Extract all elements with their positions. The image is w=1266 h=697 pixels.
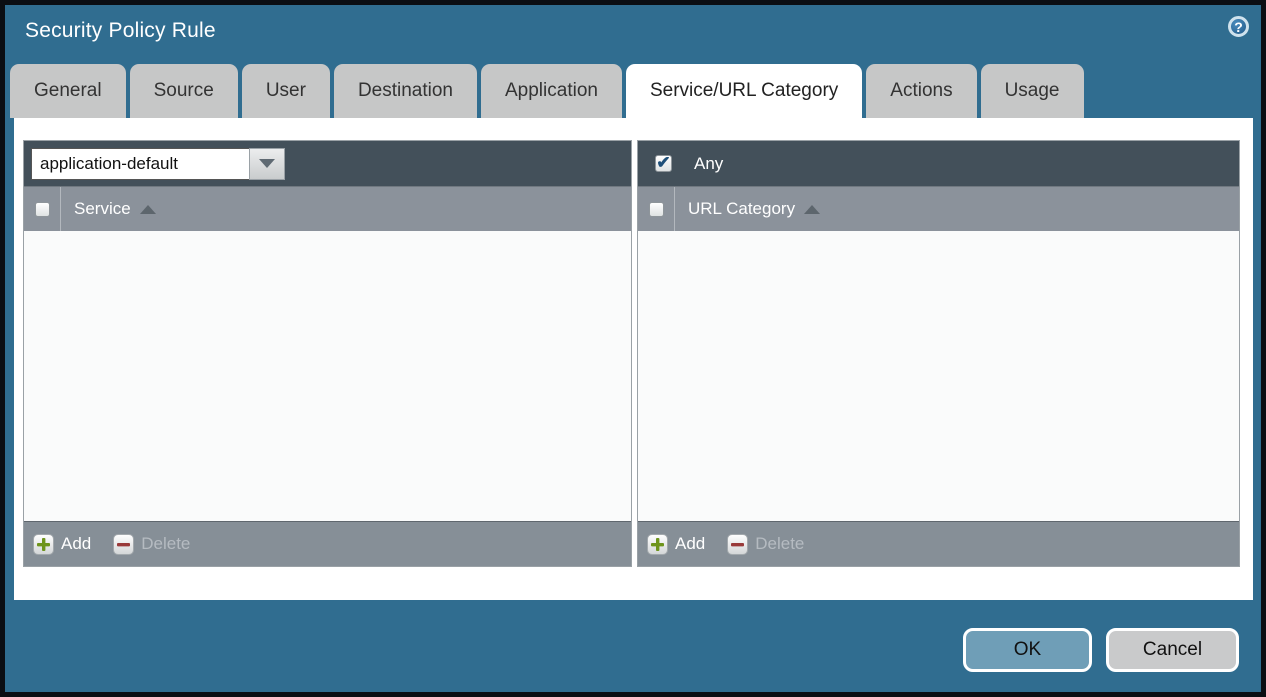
- service-list[interactable]: [24, 231, 631, 521]
- minus-icon: [113, 534, 134, 555]
- service-type-input[interactable]: [31, 148, 249, 180]
- tab-general[interactable]: General: [10, 64, 126, 118]
- any-checkbox[interactable]: ✔: [655, 155, 672, 172]
- url-category-list[interactable]: [638, 231, 1239, 521]
- check-icon: ✔: [656, 154, 670, 171]
- delete-button-label: Delete: [141, 534, 190, 554]
- service-delete-button[interactable]: Delete: [113, 534, 190, 555]
- any-label: Any: [694, 154, 723, 174]
- service-column-header[interactable]: Service: [74, 199, 131, 219]
- tab-service-url-category[interactable]: Service/URL Category: [626, 64, 862, 118]
- url-category-column-header[interactable]: URL Category: [688, 199, 795, 219]
- service-select-all-cell: [24, 187, 61, 231]
- service-panel-header: [24, 141, 631, 186]
- sort-ascending-icon[interactable]: [140, 205, 156, 214]
- help-glyph: ?: [1234, 19, 1243, 35]
- tab-usage[interactable]: Usage: [981, 64, 1084, 118]
- url-category-toolbar: Add Delete: [638, 521, 1239, 566]
- any-checkbox-cell: ✔: [645, 141, 682, 186]
- service-toolbar: Add Delete: [24, 521, 631, 566]
- url-category-panel-header: ✔ Any: [638, 141, 1239, 186]
- add-button-label: Add: [61, 534, 91, 554]
- service-panel: Service Add: [23, 140, 632, 567]
- chevron-down-icon: [259, 159, 275, 168]
- content-area: Service Add: [14, 118, 1253, 600]
- tab-bar: General Source User Destination Applicat…: [10, 64, 1084, 118]
- url-category-column-header-row: URL Category: [638, 186, 1239, 231]
- tab-actions[interactable]: Actions: [866, 64, 976, 118]
- tab-user[interactable]: User: [242, 64, 330, 118]
- url-category-delete-button[interactable]: Delete: [727, 534, 804, 555]
- service-type-dropdown[interactable]: [31, 148, 285, 180]
- security-policy-rule-dialog: Security Policy Rule ? General Source Us…: [0, 0, 1266, 697]
- url-category-select-all-checkbox[interactable]: [649, 202, 664, 217]
- dialog-title: Security Policy Rule: [25, 19, 216, 43]
- tab-destination[interactable]: Destination: [334, 64, 477, 118]
- url-category-select-all-cell: [638, 187, 675, 231]
- url-category-add-button[interactable]: Add: [647, 534, 705, 555]
- help-icon[interactable]: ?: [1228, 16, 1249, 37]
- service-select-all-checkbox[interactable]: [35, 202, 50, 217]
- minus-icon: [727, 534, 748, 555]
- ok-button[interactable]: OK: [963, 628, 1092, 672]
- service-column-header-row: Service: [24, 186, 631, 231]
- plus-icon: [33, 534, 54, 555]
- delete-button-label: Delete: [755, 534, 804, 554]
- plus-icon: [647, 534, 668, 555]
- url-category-panel: ✔ Any URL Category: [637, 140, 1240, 567]
- tab-source[interactable]: Source: [130, 64, 238, 118]
- cancel-button[interactable]: Cancel: [1106, 628, 1239, 672]
- add-button-label: Add: [675, 534, 705, 554]
- tab-application[interactable]: Application: [481, 64, 622, 118]
- dropdown-arrow-button[interactable]: [249, 148, 285, 180]
- service-add-button[interactable]: Add: [33, 534, 91, 555]
- sort-ascending-icon[interactable]: [804, 205, 820, 214]
